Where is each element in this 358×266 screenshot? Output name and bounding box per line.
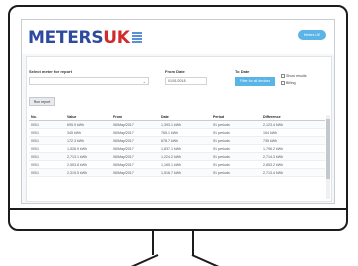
table-row[interactable]: 0001 1,526.9 kWh 06/May/2017 1,837.1 kWh 91 …: [29, 145, 325, 153]
table-cell: 91 periods: [213, 155, 230, 159]
table-cell: 2,713.4 kWh: [263, 171, 284, 175]
table-cell: 91 periods: [213, 139, 230, 143]
column-header: From: [113, 115, 122, 119]
table-cell: 345 kWh: [67, 131, 82, 135]
header-button[interactable]: Meters UK: [298, 30, 326, 40]
column-header: Difference: [263, 115, 281, 119]
table-header-row: No. Value From Date Period Difference: [29, 113, 325, 121]
checkbox-billing[interactable]: Billing: [281, 81, 296, 85]
table-cell: 91 periods: [213, 171, 230, 175]
table-scrollbar[interactable]: [326, 115, 330, 199]
table-cell: 06/May/2017: [113, 163, 134, 167]
column-header: Date: [161, 115, 169, 119]
checkbox-show-results[interactable]: Show results: [281, 74, 307, 78]
table-cell: 1,516.7 kWh: [161, 171, 182, 175]
table-cell: 2,713.1 kWh: [67, 155, 88, 159]
table-cell: 172.3 kWh: [67, 139, 85, 143]
table-row[interactable]: 0001 695.9 kWh 06/May/2017 1,393.1 kWh 91 pe…: [29, 121, 325, 129]
results-table: No. Value From Date Period Difference 00…: [29, 113, 325, 177]
meter-select-label: Select meter for report: [29, 69, 72, 74]
table-cell: 154 kWh: [263, 131, 278, 135]
table-cell: 06/May/2017: [113, 155, 134, 159]
table-cell: 06/May/2017: [113, 171, 134, 175]
table-cell: 2,319.5 kWh: [67, 171, 88, 175]
monitor-stand: [152, 231, 194, 255]
table-body: 0001 695.9 kWh 06/May/2017 1,393.1 kWh 91 pe…: [29, 121, 325, 177]
from-date-input[interactable]: 01/01/2018: [165, 77, 207, 85]
filter-devices-button[interactable]: Filter for all devices: [235, 77, 275, 86]
table-cell: 06/May/2017: [113, 147, 134, 151]
table-cell: 0001: [31, 163, 39, 167]
screen: METERSUK Meters UK Select meter for repo…: [21, 19, 335, 204]
meter-select[interactable]: ⌄: [29, 77, 149, 85]
monitor-frame: METERSUK Meters UK Select meter for repo…: [8, 5, 348, 231]
table-row[interactable]: 0001 2,713.1 kWh 06/May/2017 1,224.2 kWh 91 …: [29, 153, 325, 161]
table-cell: 678.7 kWh: [161, 139, 179, 143]
table-row[interactable]: 0001 2,319.5 kWh 06/May/2017 1,516.7 kWh 91 …: [29, 169, 325, 177]
column-header: Period: [213, 115, 225, 119]
table-cell: 91 periods: [213, 123, 230, 127]
table-cell: 0001: [31, 131, 39, 135]
table-cell: 0001: [31, 171, 39, 175]
table-cell: 0001: [31, 123, 39, 127]
table-cell: 0001: [31, 139, 39, 143]
table-cell: 1,526.9 kWh: [67, 147, 88, 151]
logo-meter-icon: [131, 32, 142, 44]
table-cell: 1,393.1 kWh: [161, 123, 182, 127]
chevron-down-icon: ⌄: [142, 79, 146, 84]
table-cell: 1,165.1 kWh: [161, 163, 182, 167]
table-cell: 2,553.8 kWh: [67, 163, 88, 167]
run-report-button[interactable]: Run report: [29, 97, 55, 106]
to-date-label: To Date: [235, 69, 250, 74]
from-date-label: From Date: [165, 69, 185, 74]
table-cell: 2,714.3 kWh: [263, 155, 284, 159]
app-header: METERSUK Meters UK: [22, 20, 334, 54]
table-cell: 91 periods: [213, 147, 230, 151]
table-cell: 91 periods: [213, 163, 230, 167]
table-cell: 2,123.4 kWh: [263, 123, 284, 127]
table-cell: 735 kWh: [263, 139, 278, 143]
table-cell: 91 periods: [213, 131, 230, 135]
table-cell: 695.9 kWh: [67, 123, 85, 127]
table-cell: 1,796.2 kWh: [263, 147, 284, 151]
table-row[interactable]: 0001 172.3 kWh 06/May/2017 678.7 kWh 91 peri…: [29, 137, 325, 145]
scrollbar-thumb[interactable]: [326, 119, 330, 179]
checkbox-icon: [281, 81, 285, 85]
table-cell: 2,853.2 kWh: [263, 163, 284, 167]
table-cell: 1,837.1 kWh: [161, 147, 182, 151]
table-cell: 06/May/2017: [113, 139, 134, 143]
logo: METERSUK: [28, 29, 142, 47]
monitor-chin-divider: [10, 208, 346, 210]
table-row[interactable]: 0001 345 kWh 06/May/2017 765.1 kWh 91 period…: [29, 129, 325, 137]
logo-text-uk: UK: [103, 28, 130, 48]
monitor-base-right: [191, 254, 224, 266]
column-header: Value: [67, 115, 77, 119]
table-cell: 0001: [31, 147, 39, 151]
logo-text-meters: METERS: [28, 28, 104, 48]
table-row[interactable]: 0001 2,553.8 kWh 06/May/2017 1,165.1 kWh 91 …: [29, 161, 325, 169]
table-cell: 1,224.2 kWh: [161, 155, 182, 159]
table-cell: 0001: [31, 155, 39, 159]
monitor-base-left: [126, 254, 159, 266]
report-panel: Select meter for report ⌄ From Date 01/0…: [26, 56, 332, 202]
checkbox-icon: [281, 74, 285, 78]
table-cell: 765.1 kWh: [161, 131, 179, 135]
table-cell: 06/May/2017: [113, 131, 134, 135]
column-header: No.: [31, 115, 37, 119]
table-cell: 06/May/2017: [113, 123, 134, 127]
